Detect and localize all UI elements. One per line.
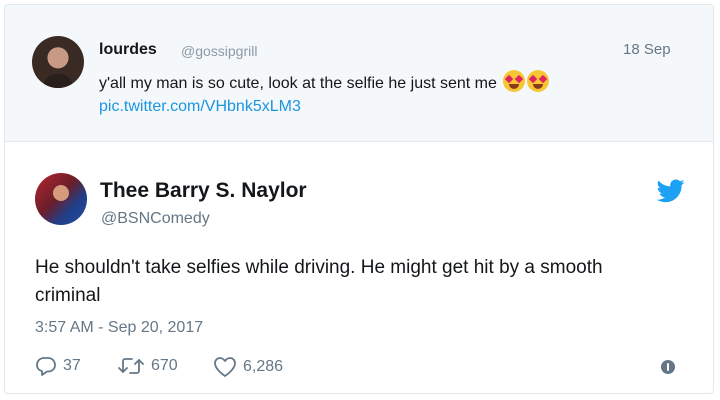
like-button[interactable]: 6,286 [213, 356, 283, 378]
quoted-author-handle[interactable]: @gossipgrill [181, 43, 257, 59]
retweet-count: 670 [151, 357, 178, 374]
tweet-timestamp[interactable]: 3:57 AM - Sep 20, 2017 [35, 319, 203, 337]
tweet-text: He shouldn't take selfies while driving.… [35, 257, 603, 306]
reply-count: 37 [63, 357, 81, 374]
tweet-card: lourdes @gossipgrill 18 Sep y'all my man… [4, 4, 714, 394]
retweet-button[interactable]: 670 [117, 356, 178, 376]
author-name[interactable]: Thee Barry S. Naylor [100, 179, 307, 203]
quoted-date: 18 Sep [623, 41, 671, 58]
quoted-author-name[interactable]: lourdes [99, 41, 157, 59]
author-handle[interactable]: @BSNComedy [101, 210, 210, 228]
heart-eyes-emoji-icon [502, 70, 551, 97]
retweet-icon [118, 358, 144, 374]
twitter-bird-icon[interactable] [657, 179, 685, 203]
like-icon [214, 357, 236, 377]
info-icon[interactable] [661, 360, 675, 374]
reply-icon [36, 357, 56, 376]
quoted-text: y'all my man is so cute, look at the sel… [99, 75, 497, 92]
quoted-text-line: y'all my man is so cute, look at the sel… [99, 70, 551, 97]
quoted-avatar[interactable] [32, 36, 84, 88]
tweet-actions: 37 670 6,286 [35, 356, 685, 378]
reply-button[interactable]: 37 [35, 356, 81, 376]
quoted-tweet[interactable]: lourdes @gossipgrill 18 Sep y'all my man… [5, 5, 713, 142]
author-avatar[interactable] [35, 173, 87, 225]
quoted-media-link[interactable]: pic.twitter.com/VHbnk5xLM3 [99, 98, 301, 116]
like-count: 6,286 [243, 358, 284, 375]
